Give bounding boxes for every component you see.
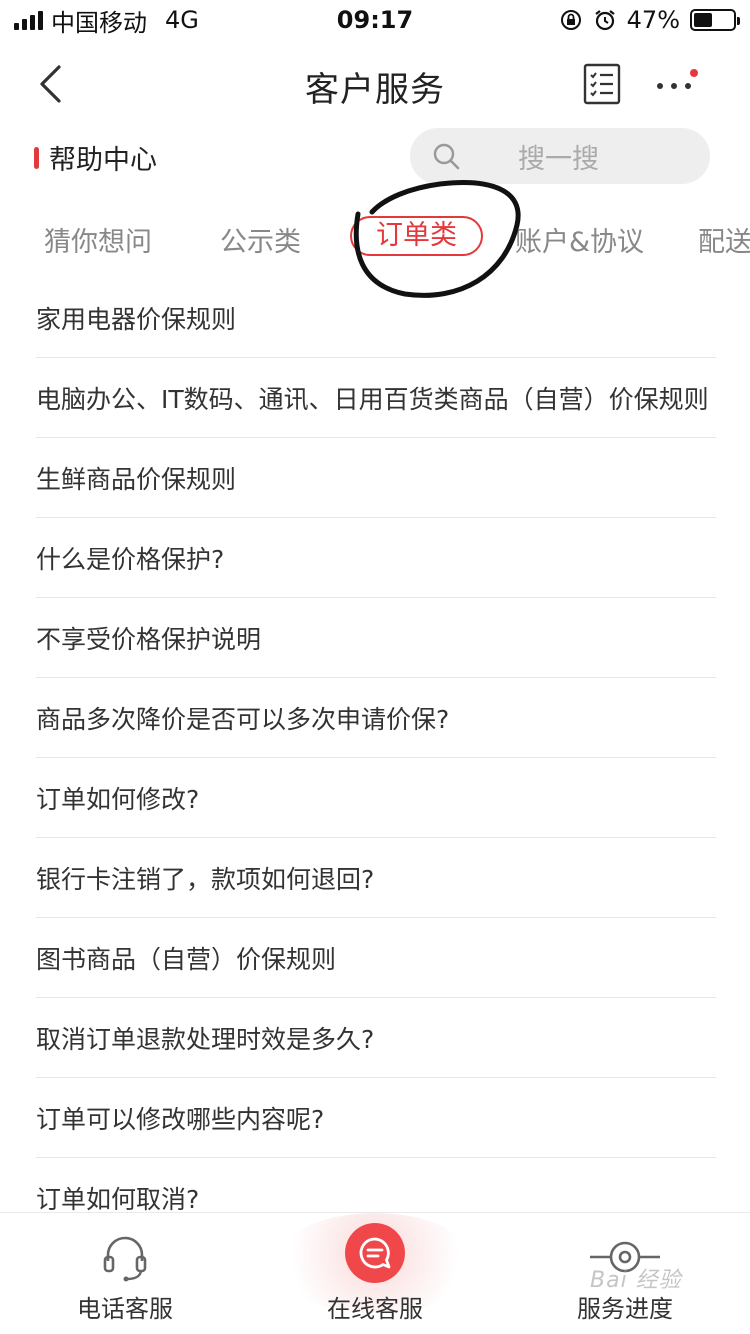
battery-percent: 47% [626, 6, 680, 34]
page-title: 客户服务 [305, 70, 445, 110]
help-center-row: 帮助中心 搜一搜 [0, 128, 750, 188]
category-tabs: 猜你想问 公示类 订单类 账户&协议 配送 [0, 208, 750, 272]
search-input[interactable]: 搜一搜 [410, 128, 710, 184]
headset-icon [103, 1236, 147, 1282]
list-item[interactable]: 生鲜商品价保规则 [36, 438, 716, 518]
faq-list: 家用电器价保规则 电脑办公、IT数码、通讯、日用百货类商品（自营）价保规则 生鲜… [0, 278, 750, 1238]
battery-fill [694, 13, 712, 27]
section-marker [34, 146, 39, 169]
list-item[interactable]: 电脑办公、IT数码、通讯、日用百货类商品（自营）价保规则 [36, 358, 716, 438]
list-item[interactable]: 不享受价格保护说明 [36, 598, 716, 678]
list-item-text: 电脑办公、IT数码、通讯、日用百货类商品（自营）价保规则 [36, 384, 709, 414]
alarm-icon [594, 10, 615, 31]
online-service-circle [345, 1223, 405, 1283]
tab-account[interactable]: 账户&协议 [515, 220, 644, 259]
search-icon [433, 143, 460, 170]
list-item-text: 订单可以修改哪些内容呢? [36, 1104, 325, 1134]
more-button[interactable] [652, 68, 702, 104]
watermark: Bai 经验 [590, 1268, 682, 1293]
status-bar: 中国移动 4G 09:17 47% [0, 0, 750, 40]
status-right: 47% [559, 6, 740, 34]
list-item[interactable]: 订单可以修改哪些内容呢? [36, 1078, 716, 1158]
signal-icon [14, 10, 43, 30]
service-list-button[interactable] [582, 62, 622, 106]
phone-service-label: 电话客服 [77, 1295, 173, 1323]
list-item[interactable]: 订单如何修改? [36, 758, 716, 838]
list-item-text: 家用电器价保规则 [36, 304, 237, 334]
list-item-text: 生鲜商品价保规则 [36, 464, 237, 494]
list-item-text: 银行卡注销了，款项如何退回? [36, 864, 375, 894]
chat-bubble-icon [359, 1237, 391, 1269]
tab-delivery[interactable]: 配送 [698, 220, 750, 259]
list-item[interactable]: 商品多次降价是否可以多次申请价保? [36, 678, 716, 758]
rotation-lock-icon [560, 10, 581, 30]
list-item[interactable]: 什么是价格保护? [36, 518, 716, 598]
tab-announcements[interactable]: 公示类 [220, 220, 301, 259]
search-placeholder: 搜一搜 [518, 143, 599, 175]
nav-bar: 客户服务 [0, 40, 750, 128]
list-item-text: 订单如何取消? [36, 1185, 200, 1214]
list-item-text: 什么是价格保护? [36, 544, 225, 574]
online-service-label: 在线客服 [327, 1295, 423, 1323]
help-center-label: 帮助中心 [49, 145, 157, 176]
list-item-text: 商品多次降价是否可以多次申请价保? [36, 704, 450, 734]
list-item[interactable]: 图书商品（自营）价保规则 [36, 918, 716, 998]
list-item[interactable]: 取消订单退款处理时效是多久? [36, 998, 716, 1078]
carrier-name: 中国移动 [51, 8, 147, 37]
more-dots-icon [657, 69, 698, 89]
tab-guess[interactable]: 猜你想问 [44, 220, 152, 259]
phone-service-button[interactable]: 电话客服 [50, 1213, 200, 1334]
checklist-icon [583, 63, 621, 105]
online-service-button[interactable]: 在线客服 [275, 1213, 475, 1334]
network-type: 4G [165, 6, 199, 34]
list-item-text: 图书商品（自营）价保规则 [36, 944, 337, 974]
tab-orders[interactable]: 订单类 [350, 216, 483, 256]
list-item-text: 不享受价格保护说明 [36, 624, 262, 654]
list-item-text: 订单如何修改? [36, 784, 200, 814]
status-left: 中国移动 4G [14, 3, 199, 38]
list-item-text: 取消订单退款处理时效是多久? [36, 1024, 375, 1054]
list-item[interactable]: 银行卡注销了，款项如何退回? [36, 838, 716, 918]
battery-icon [690, 9, 740, 31]
notification-dot [690, 69, 698, 77]
help-center-title: 帮助中心 [34, 138, 157, 177]
list-item[interactable]: 家用电器价保规则 [36, 278, 716, 358]
service-progress-label: 服务进度 [577, 1295, 673, 1323]
